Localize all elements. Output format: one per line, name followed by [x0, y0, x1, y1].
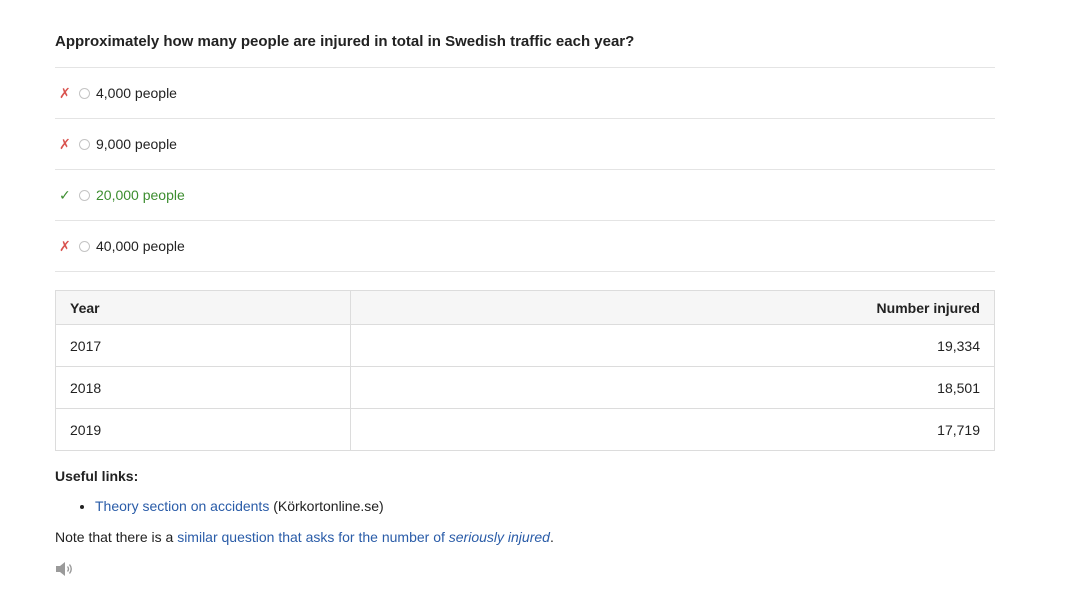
link-source-label: (Körkortonline.se)	[269, 498, 384, 514]
question-title: Approximately how many people are injure…	[55, 0, 995, 68]
similar-question-link-emphasis[interactable]: seriously injured	[449, 529, 550, 545]
answer-label[interactable]: 40,000 people	[96, 238, 185, 254]
table-header-row: Year Number injured	[55, 290, 995, 325]
cross-icon: ✗	[59, 238, 71, 254]
checkmark-icon: ✓	[59, 187, 71, 203]
cell-year: 2019	[55, 408, 351, 451]
cell-number-injured: 18,501	[350, 366, 995, 409]
table-row: 2018 18,501	[55, 366, 995, 409]
answer-option[interactable]: ✗ 9,000 people	[55, 119, 995, 170]
column-header-number-injured: Number injured	[350, 290, 995, 325]
cell-year: 2018	[55, 366, 351, 409]
answer-radio[interactable]	[79, 240, 90, 252]
note-text: Note that there is a similar question th…	[55, 528, 995, 546]
cross-icon: ✗	[59, 136, 71, 152]
similar-question-link-text[interactable]: similar question that asks for the numbe…	[177, 529, 449, 545]
answer-label[interactable]: 20,000 people	[96, 187, 185, 203]
table-row: 2017 19,334	[55, 324, 995, 367]
speaker-icon[interactable]	[55, 560, 75, 578]
answer-radio[interactable]	[79, 189, 90, 201]
cell-number-injured: 19,334	[350, 324, 995, 367]
answer-radio[interactable]	[79, 138, 90, 150]
answer-option[interactable]: ✗ 40,000 people	[55, 221, 995, 272]
column-header-year: Year	[55, 290, 351, 325]
answer-option-correct[interactable]: ✓ 20,000 people	[55, 170, 995, 221]
quiz-container: Approximately how many people are injure…	[55, 0, 995, 578]
useful-links-heading: Useful links:	[55, 468, 139, 484]
note-prefix: Note that there is a	[55, 529, 178, 545]
theory-accidents-link[interactable]: Theory section on accidents	[95, 498, 269, 514]
note-suffix: .	[549, 529, 554, 545]
cell-year: 2017	[55, 324, 351, 367]
table-row: 2019 17,719	[55, 408, 995, 451]
list-item: Theory section on accidents (Körkortonli…	[95, 497, 995, 515]
injury-table: Year Number injured 2017 19,334 2018 18,…	[55, 290, 995, 451]
answer-list: ✗ 4,000 people ✗ 9,000 people ✓ 20,000 p…	[55, 68, 995, 272]
answer-label[interactable]: 9,000 people	[96, 136, 177, 152]
similar-question-link[interactable]: similar question that asks for the numbe…	[177, 529, 550, 545]
cross-icon: ✗	[59, 85, 71, 101]
cell-number-injured: 17,719	[350, 408, 995, 451]
answer-radio[interactable]	[79, 87, 90, 99]
speaker-icon-graphic	[56, 562, 72, 576]
answer-label[interactable]: 4,000 people	[96, 85, 177, 101]
answer-option[interactable]: ✗ 4,000 people	[55, 68, 995, 119]
useful-links-list: Theory section on accidents (Körkortonli…	[55, 497, 995, 515]
